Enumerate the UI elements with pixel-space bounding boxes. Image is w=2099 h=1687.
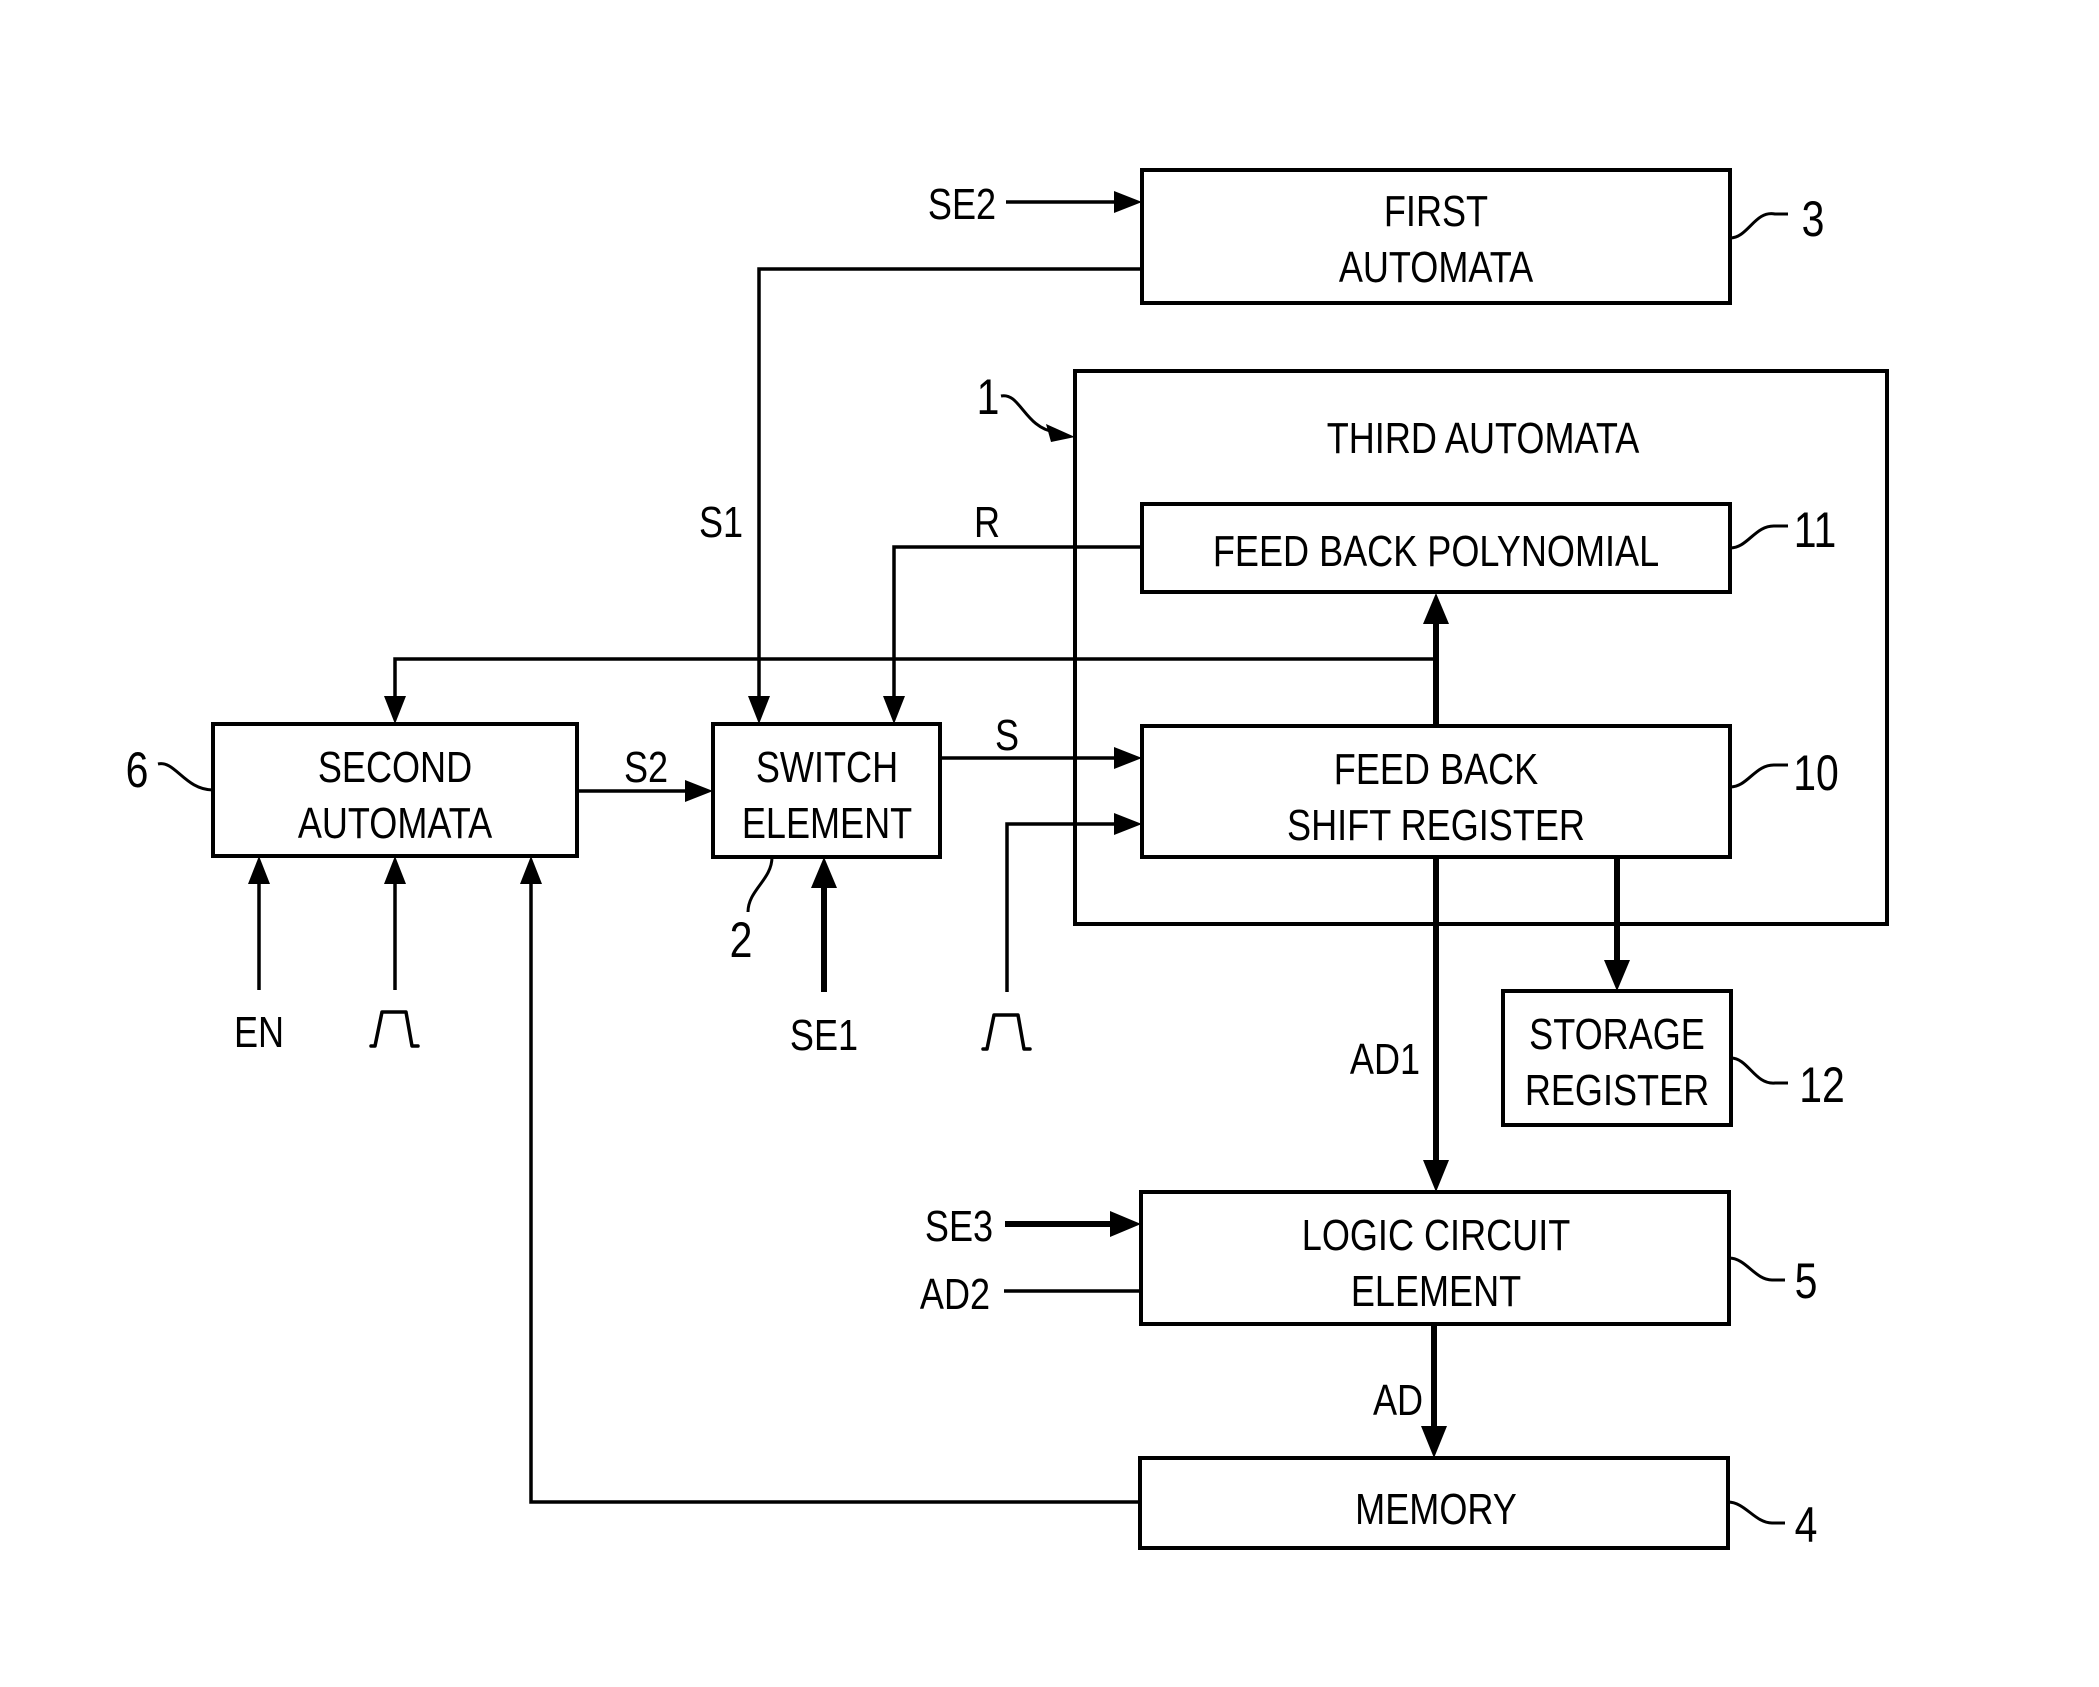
feedback-polynomial-label: FEED BACK POLYNOMIAL: [1213, 527, 1659, 576]
signal-label-r: R: [974, 498, 1000, 547]
second-automata-line2: AUTOMATA: [298, 799, 493, 848]
block-diagram: .arr { marker-end: none; } FIRST AUTOMAT…: [126, 168, 1889, 1553]
third-automata-text: THIRD AUTOMATA: [1327, 414, 1640, 463]
logic-circuit-element-line1: LOGIC CIRCUIT: [1302, 1211, 1570, 1260]
clock-second-arrowhead-icon: [384, 856, 406, 884]
fsr-to-storage-arrowhead-icon: [1604, 960, 1630, 991]
en-arrowhead-icon: [248, 856, 270, 884]
signal-label-s2: S2: [624, 743, 668, 792]
feedback-shift-register-line2: SHIFT REGISTER: [1287, 801, 1585, 850]
signal-label-se2: SE2: [928, 180, 996, 229]
storage-register-line1: STORAGE: [1529, 1010, 1705, 1059]
ref-leader-4: [1727, 1500, 1785, 1525]
se2-arrowhead-icon: [1114, 191, 1142, 213]
feedback-shift-register-line1: FEED BACK: [1334, 745, 1539, 794]
ref-numeral-10: 10: [1793, 745, 1839, 801]
clock-pulse-icon: [369, 1010, 420, 1048]
third-automata-title: THIRD AUTOMATA: [1327, 414, 1640, 463]
signal-label-en: EN: [234, 1008, 284, 1057]
ad-arrowhead-icon: [1421, 1426, 1447, 1458]
signal-label-se1: SE1: [790, 1011, 858, 1060]
feedback-arrowhead-icon: [384, 696, 406, 724]
ref-numeral-5: 5: [1795, 1253, 1818, 1309]
se3-arrowhead-icon: [1110, 1211, 1141, 1237]
logic-circuit-element-line2: ELEMENT: [1351, 1267, 1521, 1316]
first-automata-line2: AUTOMATA: [1339, 243, 1534, 292]
r-arrowhead-icon: [883, 696, 905, 724]
signal-label-ad2: AD2: [920, 1270, 990, 1319]
first-automata-line1: FIRST: [1384, 187, 1488, 236]
se1-arrowhead-icon: [811, 857, 837, 888]
feedback-polynomial-text: FEED BACK POLYNOMIAL: [1213, 527, 1659, 576]
ref-leader-2: [746, 856, 774, 913]
storage-register-line2: REGISTER: [1525, 1066, 1709, 1115]
memory-text: MEMORY: [1355, 1485, 1517, 1534]
clock-pulse-icon: [981, 1013, 1032, 1051]
ref-leader-6: [157, 762, 214, 792]
ref-leader-3: [1729, 212, 1788, 240]
ref-1-arrowhead-icon: [1046, 424, 1075, 442]
second-automata-line1: SECOND: [318, 743, 472, 792]
memory-to-second-automata-wire: [529, 880, 1140, 1504]
memory-label: MEMORY: [1355, 1485, 1517, 1534]
ref-numeral-11: 11: [1794, 502, 1837, 558]
s2-arrowhead-icon: [685, 780, 713, 802]
switch-element-line1: SWITCH: [756, 743, 898, 792]
signal-label-ad: AD: [1373, 1376, 1423, 1425]
ref-numeral-3: 3: [1802, 191, 1825, 247]
signal-label-s1: S1: [699, 498, 743, 547]
signal-label-se3: SE3: [925, 1202, 993, 1251]
switch-element-line2: ELEMENT: [742, 799, 912, 848]
ref-numeral-12: 12: [1799, 1057, 1845, 1113]
signal-label-ad1: AD1: [1350, 1035, 1420, 1084]
ref-numeral-6: 6: [126, 742, 149, 798]
signal-label-s: S: [995, 711, 1019, 760]
ref-leader-12: [1730, 1056, 1788, 1085]
s1-arrowhead-icon: [748, 696, 770, 724]
memory-feedback-arrowhead-icon: [520, 856, 542, 884]
ref-numeral-1: 1: [977, 369, 1000, 425]
ad1-arrowhead-icon: [1423, 1160, 1449, 1192]
ref-numeral-4: 4: [1795, 1497, 1818, 1553]
ref-leader-5: [1728, 1256, 1785, 1282]
ref-numeral-2: 2: [730, 912, 753, 968]
